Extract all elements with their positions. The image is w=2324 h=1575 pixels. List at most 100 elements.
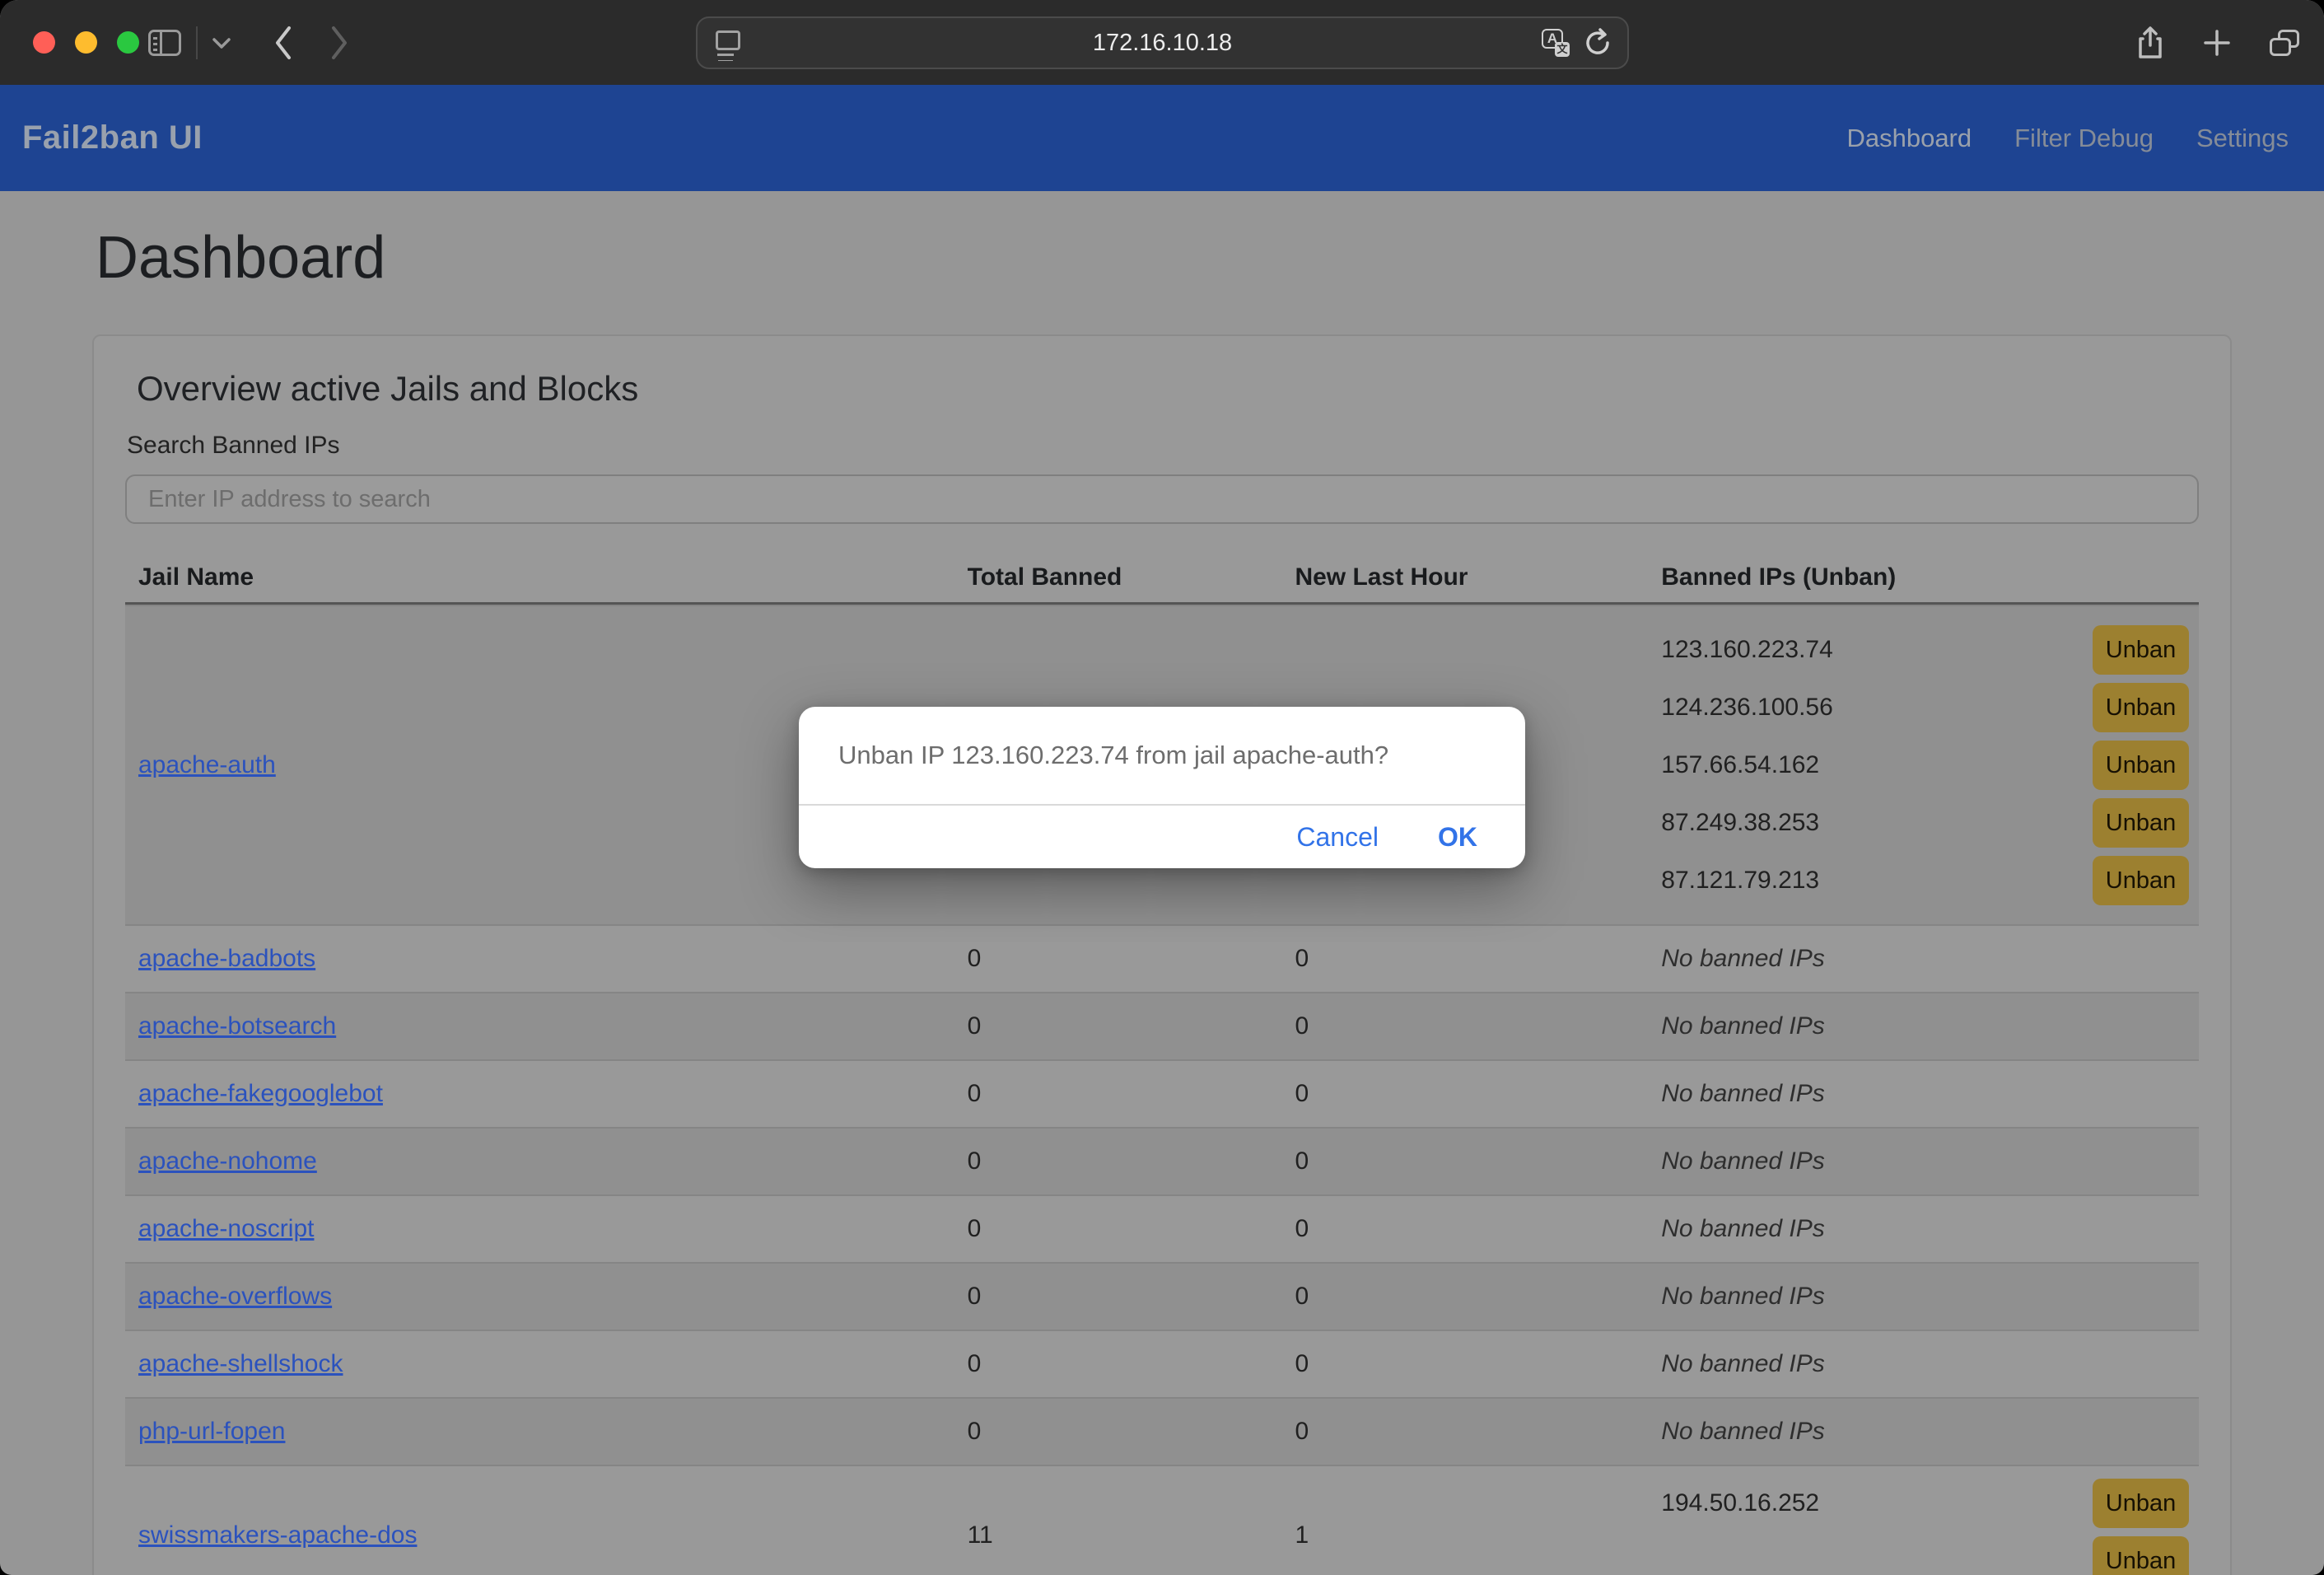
total-banned-value: 11 xyxy=(954,1466,1282,1575)
browser-window: 172.16.10.18 A文 xyxy=(0,0,2324,1575)
minimize-window-button[interactable] xyxy=(75,31,97,54)
no-banned-ips-text: No banned IPs xyxy=(1661,1147,1824,1175)
jail-link[interactable]: apache-botsearch xyxy=(138,1012,336,1040)
new-tab-icon[interactable] xyxy=(2202,28,2232,58)
table-row: apache-badbots 0 0 No banned IPs xyxy=(125,924,2199,992)
new-last-hour-value: 0 xyxy=(1281,1399,1648,1465)
chevron-down-icon[interactable] xyxy=(209,35,234,51)
banned-ip-row: 194.50.16.252 Unban xyxy=(1661,1475,2189,1532)
search-input[interactable] xyxy=(125,474,2199,524)
header-total-banned: Total Banned xyxy=(954,552,1282,602)
sidebar-toggle-icon[interactable] xyxy=(148,30,181,56)
banned-ip-row: Unban xyxy=(1661,1532,2189,1575)
ok-button[interactable]: OK xyxy=(1438,822,1477,853)
tab-overview-icon[interactable] xyxy=(2270,30,2299,56)
table-header-row: Jail Name Total Banned New Last Hour Ban… xyxy=(125,552,2199,605)
new-last-hour-value: 1 xyxy=(1281,1466,1648,1575)
jail-link[interactable]: apache-overflows xyxy=(138,1283,332,1311)
new-last-hour-value: 0 xyxy=(1281,1196,1648,1262)
translate-icon[interactable]: A文 xyxy=(1542,29,1570,57)
card-heading: Overview active Jails and Blocks xyxy=(137,369,2199,409)
no-banned-ips-text: No banned IPs xyxy=(1661,1418,1824,1446)
banned-ip: 87.121.79.213 xyxy=(1661,867,1819,895)
table-row: apache-nohome 0 0 No banned IPs xyxy=(125,1127,2199,1194)
new-last-hour-value: 0 xyxy=(1281,926,1648,992)
jails-overview-card: Overview active Jails and Blocks Search … xyxy=(92,334,2232,1575)
banned-ip: 124.236.100.56 xyxy=(1661,694,1833,722)
no-banned-ips-text: No banned IPs xyxy=(1661,1215,1824,1243)
banned-ip: 87.249.38.253 xyxy=(1661,809,1819,837)
close-window-button[interactable] xyxy=(33,31,55,54)
window-controls xyxy=(33,31,139,54)
nav-link-dashboard[interactable]: Dashboard xyxy=(1846,124,1972,153)
dialog-message: Unban IP 123.160.223.74 from jail apache… xyxy=(799,707,1525,804)
unban-button[interactable]: Unban xyxy=(2093,1536,2189,1575)
toolbar-divider xyxy=(196,26,198,59)
jail-link[interactable]: php-url-fopen xyxy=(138,1418,285,1446)
jails-table: Jail Name Total Banned New Last Hour Ban… xyxy=(125,552,2199,1575)
brand-logo[interactable]: Fail2ban UI xyxy=(22,119,203,157)
unban-button[interactable]: Unban xyxy=(2093,856,2189,905)
cancel-button[interactable]: Cancel xyxy=(1296,822,1379,853)
new-last-hour-value: 0 xyxy=(1281,1331,1648,1397)
unban-button[interactable]: Unban xyxy=(2093,683,2189,732)
back-button-icon[interactable] xyxy=(272,24,295,62)
url-text: 172.16.10.18 xyxy=(698,30,1627,57)
no-banned-ips-text: No banned IPs xyxy=(1661,1283,1824,1311)
total-banned-value: 0 xyxy=(954,1129,1282,1194)
no-banned-ips-text: No banned IPs xyxy=(1661,1012,1824,1040)
jail-link[interactable]: apache-noscript xyxy=(138,1215,314,1243)
header-banned-ips: Banned IPs (Unban) xyxy=(1648,552,2199,602)
table-row: apache-botsearch 0 0 No banned IPs xyxy=(125,992,2199,1059)
new-last-hour-value: 0 xyxy=(1281,1061,1648,1127)
banned-ip-row: 87.121.79.213 Unban xyxy=(1661,852,2189,909)
jail-link[interactable]: apache-shellshock xyxy=(138,1350,343,1378)
address-bar[interactable]: 172.16.10.18 A文 xyxy=(696,16,1629,69)
nav-link-filter-debug[interactable]: Filter Debug xyxy=(2014,124,2154,153)
new-last-hour-value: 0 xyxy=(1281,1129,1648,1194)
page-title: Dashboard xyxy=(92,191,2232,292)
forward-button-icon[interactable] xyxy=(328,24,351,62)
header-new-last-hour: New Last Hour xyxy=(1281,552,1648,602)
jail-link[interactable]: apache-badbots xyxy=(138,945,315,973)
reload-icon[interactable] xyxy=(1583,27,1612,58)
jail-link[interactable]: apache-nohome xyxy=(138,1147,317,1175)
no-banned-ips-text: No banned IPs xyxy=(1661,945,1824,973)
unban-button[interactable]: Unban xyxy=(2093,1479,2189,1528)
table-row: apache-shellshock 0 0 No banned IPs xyxy=(125,1330,2199,1397)
table-row: apache-overflows 0 0 No banned IPs xyxy=(125,1262,2199,1330)
zoom-window-button[interactable] xyxy=(117,31,139,54)
jail-link[interactable]: apache-fakegooglebot xyxy=(138,1080,383,1108)
new-last-hour-value: 0 xyxy=(1281,993,1648,1059)
total-banned-value: 0 xyxy=(954,1399,1282,1465)
banned-ip-row: 157.66.54.162 Unban xyxy=(1661,736,2189,794)
header-jail-name: Jail Name xyxy=(125,552,954,602)
nav-link-settings[interactable]: Settings xyxy=(2196,124,2289,153)
banned-ip-row: 124.236.100.56 Unban xyxy=(1661,679,2189,736)
no-banned-ips-text: No banned IPs xyxy=(1661,1350,1824,1378)
banned-ip-row: 123.160.223.74 Unban xyxy=(1661,621,2189,679)
unban-button[interactable]: Unban xyxy=(2093,625,2189,675)
no-banned-ips-text: No banned IPs xyxy=(1661,1080,1824,1108)
unban-button[interactable]: Unban xyxy=(2093,798,2189,848)
banned-ip: 123.160.223.74 xyxy=(1661,636,1833,664)
table-row: apache-noscript 0 0 No banned IPs xyxy=(125,1194,2199,1262)
jail-link[interactable]: apache-auth xyxy=(138,751,276,779)
search-label: Search Banned IPs xyxy=(127,432,2199,460)
banned-ip-row: 87.249.38.253 Unban xyxy=(1661,794,2189,852)
total-banned-value: 0 xyxy=(954,1331,1282,1397)
banned-ip: 194.50.16.252 xyxy=(1661,1489,1819,1517)
total-banned-value: 0 xyxy=(954,993,1282,1059)
jail-link[interactable]: swissmakers-apache-dos xyxy=(138,1521,417,1549)
banned-ip: 157.66.54.162 xyxy=(1661,751,1819,779)
table-row: apache-fakegooglebot 0 0 No banned IPs xyxy=(125,1059,2199,1127)
total-banned-value: 0 xyxy=(954,1196,1282,1262)
unban-button[interactable]: Unban xyxy=(2093,741,2189,790)
total-banned-value: 0 xyxy=(954,926,1282,992)
new-last-hour-value: 0 xyxy=(1281,1264,1648,1330)
confirm-dialog: Unban IP 123.160.223.74 from jail apache… xyxy=(799,707,1525,868)
table-row: php-url-fopen 0 0 No banned IPs xyxy=(125,1397,2199,1465)
browser-toolbar: 172.16.10.18 A文 xyxy=(0,0,2324,85)
share-icon[interactable] xyxy=(2136,26,2164,60)
table-row: swissmakers-apache-dos 11 1 194.50.16.25… xyxy=(125,1465,2199,1575)
